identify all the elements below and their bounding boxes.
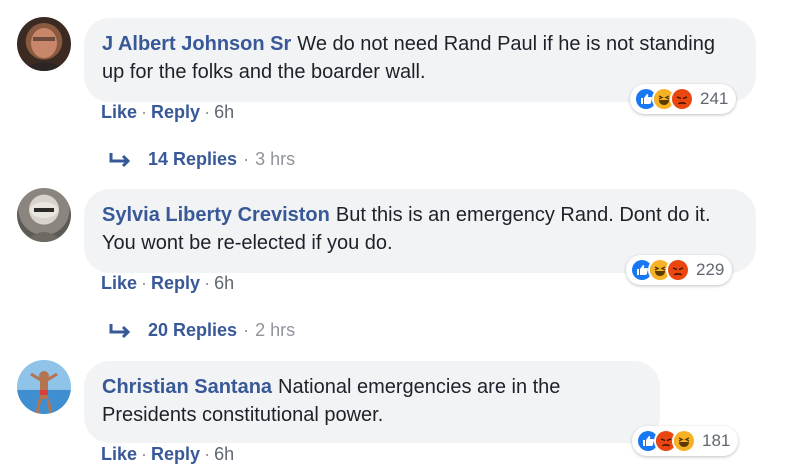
like-link[interactable]: Like [101,444,137,464]
reply-arrow-icon [109,323,131,338]
separator: · [243,149,250,169]
like-link[interactable]: Like [101,273,137,293]
haha-reaction-icon [672,429,696,453]
avatar-photo [23,28,65,71]
reaction-summary[interactable]: 229 [626,255,733,285]
reply-link[interactable]: Reply [151,102,200,122]
reply-link[interactable]: Reply [151,444,200,464]
reaction-summary[interactable]: 181 [632,426,739,456]
avatar-photo [30,371,58,414]
separator: · [141,273,148,293]
comment-author[interactable]: Christian Santana [102,376,272,398]
separator: · [204,102,211,122]
replies-time: 3 hrs [255,149,296,169]
separator: · [243,320,250,340]
reply-arrow-icon [109,152,131,167]
comment-actions: Like · Reply · 6h [101,102,234,123]
replies-count[interactable]: 20 Replies [148,320,237,341]
replies-time: 2 hrs [255,320,296,340]
comment-time[interactable]: 6h [214,273,234,293]
avatar[interactable] [17,188,71,242]
separator: · [141,102,148,122]
view-replies[interactable]: 20 Replies · 2 hrs [108,320,295,341]
reaction-summary[interactable]: 241 [630,84,737,114]
reply-link[interactable]: Reply [151,273,200,293]
angry-reaction-icon [670,87,694,111]
comment-bubble: Christian Santana National emergencies ar… [84,361,660,443]
reaction-count: 229 [696,260,725,279]
replies-count[interactable]: 14 Replies [148,149,237,170]
comment-time[interactable]: 6h [214,102,234,122]
separator: · [204,273,211,293]
view-replies[interactable]: 14 Replies · 3 hrs [108,149,295,170]
comment-author[interactable]: Sylvia Liberty Creviston [102,204,330,226]
comment-actions: Like · Reply · 6h [101,273,234,294]
avatar[interactable] [17,17,71,71]
angry-reaction-icon [666,258,690,282]
separator: · [204,444,211,464]
avatar-photo [25,202,63,242]
comment-author[interactable]: J Albert Johnson Sr [102,33,291,55]
avatar[interactable] [17,360,71,414]
comment-actions: Like · Reply · 6h [101,444,234,465]
reaction-count: 181 [702,431,731,450]
like-link[interactable]: Like [101,102,137,122]
reaction-count: 241 [700,89,729,108]
separator: · [141,444,148,464]
comment-time[interactable]: 6h [214,444,234,464]
